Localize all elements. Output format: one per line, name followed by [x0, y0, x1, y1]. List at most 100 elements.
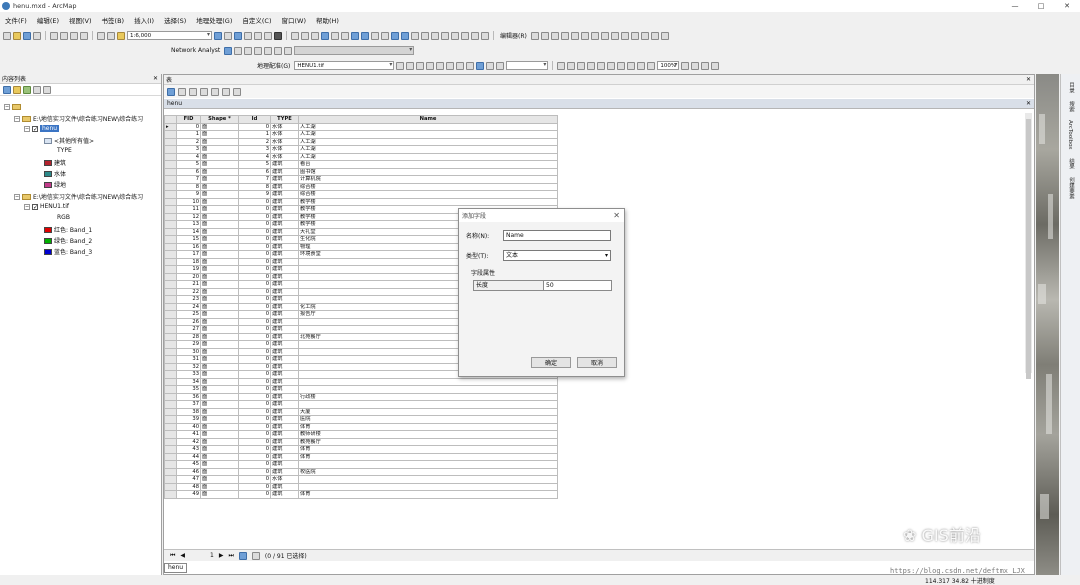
- fid-cell[interactable]: 5: [176, 160, 201, 169]
- id-cell[interactable]: 0: [238, 332, 271, 341]
- name-cell[interactable]: 体育: [298, 490, 558, 499]
- shape-cell[interactable]: 面: [200, 460, 239, 469]
- column-header[interactable]: Id: [238, 115, 271, 124]
- network-dataset-combo[interactable]: [294, 46, 415, 55]
- close-icon[interactable]: ✕: [153, 75, 158, 82]
- id-cell[interactable]: 0: [238, 197, 271, 206]
- row-selector[interactable]: [164, 145, 177, 154]
- row-selector[interactable]: [164, 212, 177, 221]
- next-record-icon[interactable]: ▶: [219, 552, 224, 559]
- layer-henu[interactable]: − ✓ henu: [24, 125, 60, 132]
- rotate-icon[interactable]: [630, 31, 639, 40]
- type-cell[interactable]: 建筑: [270, 160, 299, 169]
- shape-cell[interactable]: 面: [200, 467, 239, 476]
- type-cell[interactable]: 建筑: [270, 467, 299, 476]
- html-popup-icon[interactable]: [421, 31, 429, 40]
- type-cell[interactable]: 建筑: [270, 302, 299, 311]
- row-selector[interactable]: [164, 407, 177, 416]
- row-selector[interactable]: [164, 430, 177, 439]
- shape-cell[interactable]: 面: [200, 122, 239, 131]
- id-cell[interactable]: 0: [238, 265, 271, 274]
- shape-cell[interactable]: 面: [200, 370, 239, 379]
- table-window-icon[interactable]: [224, 31, 232, 40]
- fid-cell[interactable]: 1: [176, 130, 201, 139]
- type-cell[interactable]: 水体: [270, 145, 299, 154]
- shape-cell[interactable]: 面: [200, 445, 239, 454]
- name-cell[interactable]: 综合楼: [298, 190, 558, 199]
- fid-cell[interactable]: 28: [176, 332, 201, 341]
- table-tab[interactable]: henu: [164, 563, 188, 573]
- scale-combo[interactable]: 1:6,000: [127, 31, 212, 40]
- id-cell[interactable]: 0: [238, 280, 271, 289]
- row-selector[interactable]: [164, 137, 177, 146]
- previous-record-icon[interactable]: ◀: [180, 552, 185, 559]
- fid-cell[interactable]: 24: [176, 302, 201, 311]
- fid-cell[interactable]: 13: [176, 220, 201, 229]
- fid-cell[interactable]: 2: [176, 137, 201, 146]
- zoom-in-icon[interactable]: [291, 31, 299, 40]
- name-cell[interactable]: 医院: [298, 415, 558, 424]
- close-icon[interactable]: ✕: [1026, 100, 1031, 107]
- layout-tool-1-icon[interactable]: [577, 61, 586, 70]
- table-row[interactable]: 46 面 0 建筑 校医院: [164, 467, 558, 476]
- id-cell[interactable]: 0: [238, 430, 271, 439]
- shape-cell[interactable]: 面: [200, 197, 239, 206]
- type-cell[interactable]: 建筑: [270, 355, 299, 364]
- delete-link-icon[interactable]: [466, 61, 475, 70]
- dock-tab-catalog[interactable]: 目录: [1067, 82, 1075, 93]
- id-cell[interactable]: 3: [238, 145, 271, 154]
- shape-cell[interactable]: 面: [200, 145, 239, 154]
- row-selector[interactable]: [164, 355, 177, 364]
- source-folder-1[interactable]: − E:\地信实习文件\综合练习NEW\综合练习: [14, 114, 143, 123]
- id-cell[interactable]: 0: [238, 220, 271, 229]
- swipe-icon[interactable]: [557, 61, 566, 70]
- type-cell[interactable]: 建筑: [270, 340, 299, 349]
- delete-icon[interactable]: [80, 31, 88, 40]
- fixed-zoom-in-icon[interactable]: [331, 31, 339, 40]
- type-cell[interactable]: 水体: [270, 122, 299, 131]
- shape-cell[interactable]: 面: [200, 242, 239, 251]
- editor-toolbar-icon[interactable]: [214, 31, 222, 40]
- zoom-out-icon[interactable]: [301, 31, 309, 40]
- table-row[interactable]: 48 面 0 建筑: [164, 482, 558, 491]
- id-cell[interactable]: 0: [238, 490, 271, 499]
- table-row[interactable]: 37 面 0 建筑: [164, 400, 558, 409]
- fid-cell[interactable]: 20: [176, 272, 201, 281]
- shape-cell[interactable]: 面: [200, 227, 239, 236]
- python-icon[interactable]: [264, 31, 272, 40]
- type-cell[interactable]: 建筑: [270, 370, 299, 379]
- arctoolbox-icon[interactable]: [254, 31, 262, 40]
- find-route-icon[interactable]: [451, 31, 459, 40]
- reshape-icon[interactable]: [600, 31, 609, 40]
- point-icon[interactable]: [580, 31, 589, 40]
- viewer-icon[interactable]: [486, 61, 495, 70]
- select-by-attributes-icon[interactable]: [189, 87, 197, 96]
- id-cell[interactable]: 0: [238, 482, 271, 491]
- find-icon[interactable]: [441, 31, 449, 40]
- fid-cell[interactable]: 25: [176, 310, 201, 319]
- fid-cell[interactable]: 11: [176, 205, 201, 214]
- row-selector[interactable]: [164, 437, 177, 446]
- type-cell[interactable]: 建筑: [270, 482, 299, 491]
- zoom-to-selected-link-icon[interactable]: [456, 61, 465, 70]
- type-cell[interactable]: 水体: [270, 475, 299, 484]
- select-features-icon[interactable]: [371, 31, 379, 40]
- id-cell[interactable]: 0: [238, 295, 271, 304]
- type-cell[interactable]: 建筑: [270, 265, 299, 274]
- row-selector-header[interactable]: [164, 115, 177, 124]
- shape-cell[interactable]: 面: [200, 325, 239, 334]
- row-selector[interactable]: [164, 175, 177, 184]
- print-icon[interactable]: [33, 31, 41, 40]
- name-cell[interactable]: 行政楼: [298, 392, 558, 401]
- close-icon[interactable]: ✕: [613, 211, 620, 220]
- show-selected-records-icon[interactable]: [251, 551, 260, 560]
- name-cell[interactable]: 人工湖: [298, 145, 558, 154]
- fid-cell[interactable]: 47: [176, 475, 201, 484]
- fid-cell[interactable]: 40: [176, 422, 201, 431]
- row-selector[interactable]: [164, 445, 177, 454]
- fid-cell[interactable]: 19: [176, 265, 201, 274]
- type-cell[interactable]: 建筑: [270, 392, 299, 401]
- fid-cell[interactable]: 41: [176, 430, 201, 439]
- full-extent-icon[interactable]: [321, 31, 329, 40]
- table-row[interactable]: 34 面 0 建筑: [164, 377, 558, 386]
